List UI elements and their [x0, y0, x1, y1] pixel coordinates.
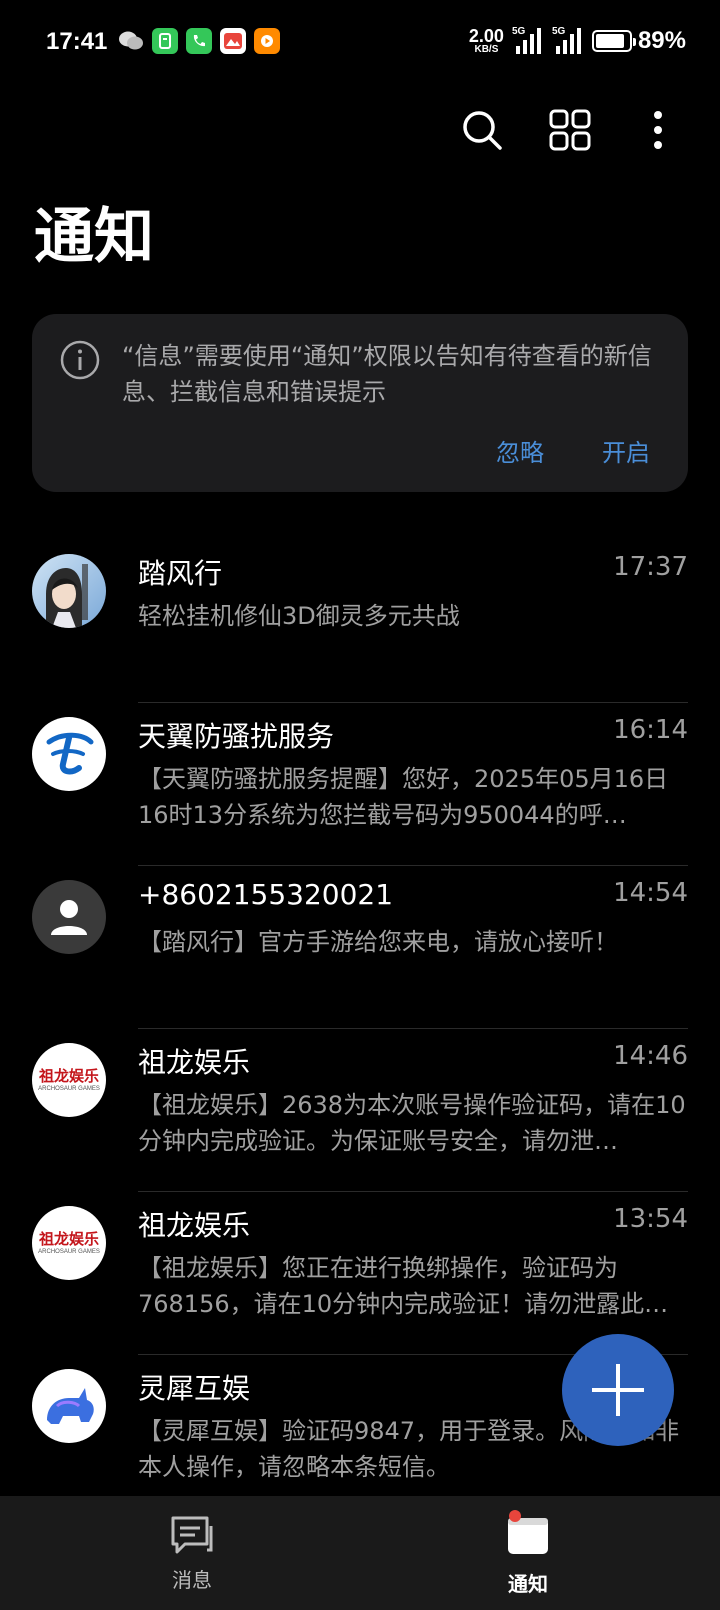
plus-icon	[592, 1364, 644, 1416]
status-app-icons	[118, 28, 280, 54]
battery-fill	[595, 34, 625, 48]
message-time: 14:54	[613, 878, 688, 908]
message-sender: 天翼防骚扰服务	[138, 720, 335, 753]
message-sender: +8602155320021	[138, 878, 394, 911]
message-preview: 【天翼防骚扰服务提醒】您好，2025年05月16日 16时13分系统为您拦截号码…	[138, 765, 669, 829]
top-actions	[460, 108, 680, 152]
enable-button[interactable]: 开启	[602, 433, 650, 468]
network-speed: 2.00 KB/S	[468, 26, 504, 55]
bottom-nav: 消息 通知	[0, 1496, 720, 1610]
zulong-logo: 祖龙娱乐 ARCHOSAUR GAMES	[32, 1043, 106, 1117]
signal-icon-2: 5G	[552, 26, 584, 56]
rhino-logo	[32, 1369, 106, 1443]
wechat-icon	[118, 28, 144, 54]
message-sender: 祖龙娱乐	[138, 1209, 251, 1242]
battery-icon	[591, 30, 636, 52]
message-time: 14:46	[613, 1041, 688, 1071]
more-vertical-icon[interactable]	[636, 108, 680, 152]
nav-notifications[interactable]: 通知	[468, 1510, 588, 1597]
message-row[interactable]: 祖龙娱乐 ARCHOSAUR GAMES 祖龙娱乐 14:46 【祖龙娱乐】26…	[0, 1029, 720, 1192]
game-character-avatar	[32, 554, 106, 628]
status-time: 17:41	[46, 28, 108, 55]
message-row[interactable]: 天翼防骚扰服务 16:14 【天翼防骚扰服务提醒】您好，2025年05月16日 …	[0, 703, 720, 866]
message-row[interactable]: 踏风行 17:37 轻松挂机修仙3D御灵多元共战	[0, 540, 720, 703]
new-message-button[interactable]	[562, 1334, 674, 1446]
notice-actions: 忽略 开启	[496, 433, 650, 468]
chat-bubble-icon	[171, 1516, 213, 1554]
permission-notice-card: “信息”需要使用“通知”权限以告知有待查看的新信息、拦截信息和错误提示 忽略 开…	[32, 314, 688, 492]
nav-notifications-label: 通知	[508, 1572, 548, 1596]
nav-messages-label: 消息	[172, 1568, 212, 1592]
message-sender: 祖龙娱乐	[138, 1046, 251, 1079]
default-person-avatar	[32, 880, 106, 954]
message-time: 17:37	[613, 552, 688, 582]
message-preview: 【祖龙娱乐】您正在进行换绑操作，验证码为768156，请在10分钟内完成验证！请…	[138, 1254, 669, 1318]
unread-badge	[509, 1510, 521, 1522]
battery: 89%	[591, 27, 686, 55]
message-sender: 灵犀互娱	[138, 1372, 251, 1405]
ignore-button[interactable]: 忽略	[496, 433, 544, 468]
search-icon[interactable]	[460, 108, 504, 152]
message-row[interactable]: 祖龙娱乐 ARCHOSAUR GAMES 祖龙娱乐 13:54 【祖龙娱乐】您正…	[0, 1192, 720, 1355]
notice-text: “信息”需要使用“通知”权限以告知有待查看的新信息、拦截信息和错误提示	[122, 342, 652, 406]
message-time: 13:54	[613, 1204, 688, 1234]
message-time: 16:14	[613, 715, 688, 745]
message-sender: 踏风行	[138, 557, 223, 590]
page-title: 通知	[34, 202, 154, 272]
message-preview: 轻松挂机修仙3D御灵多元共战	[138, 602, 460, 630]
video-app-icon	[254, 28, 280, 54]
sms-app-icon	[152, 28, 178, 54]
message-preview: 【踏风行】官方手游给您来电，请放心接听！	[138, 928, 618, 956]
message-row[interactable]: +8602155320021 14:54 【踏风行】官方手游给您来电，请放心接听…	[0, 866, 720, 1029]
message-preview: 【祖龙娱乐】2638为本次账号操作验证码，请在10分钟内完成验证。为保证账号安全…	[138, 1091, 686, 1155]
status-bar: 17:41 2.00 KB/S 5G 5G 89%	[0, 0, 720, 86]
phone-icon	[186, 28, 212, 54]
signal-icon: 5G	[512, 26, 544, 56]
gallery-app-icon	[220, 28, 246, 54]
nav-messages[interactable]: 消息	[132, 1514, 252, 1593]
zulong-logo: 祖龙娱乐 ARCHOSAUR GAMES	[32, 1206, 106, 1280]
status-right: 2.00 KB/S 5G 5G 89%	[469, 26, 686, 56]
grid-icon[interactable]	[548, 108, 592, 152]
china-telecom-logo	[32, 717, 106, 791]
battery-percent: 89%	[637, 27, 686, 54]
info-icon	[60, 340, 100, 384]
